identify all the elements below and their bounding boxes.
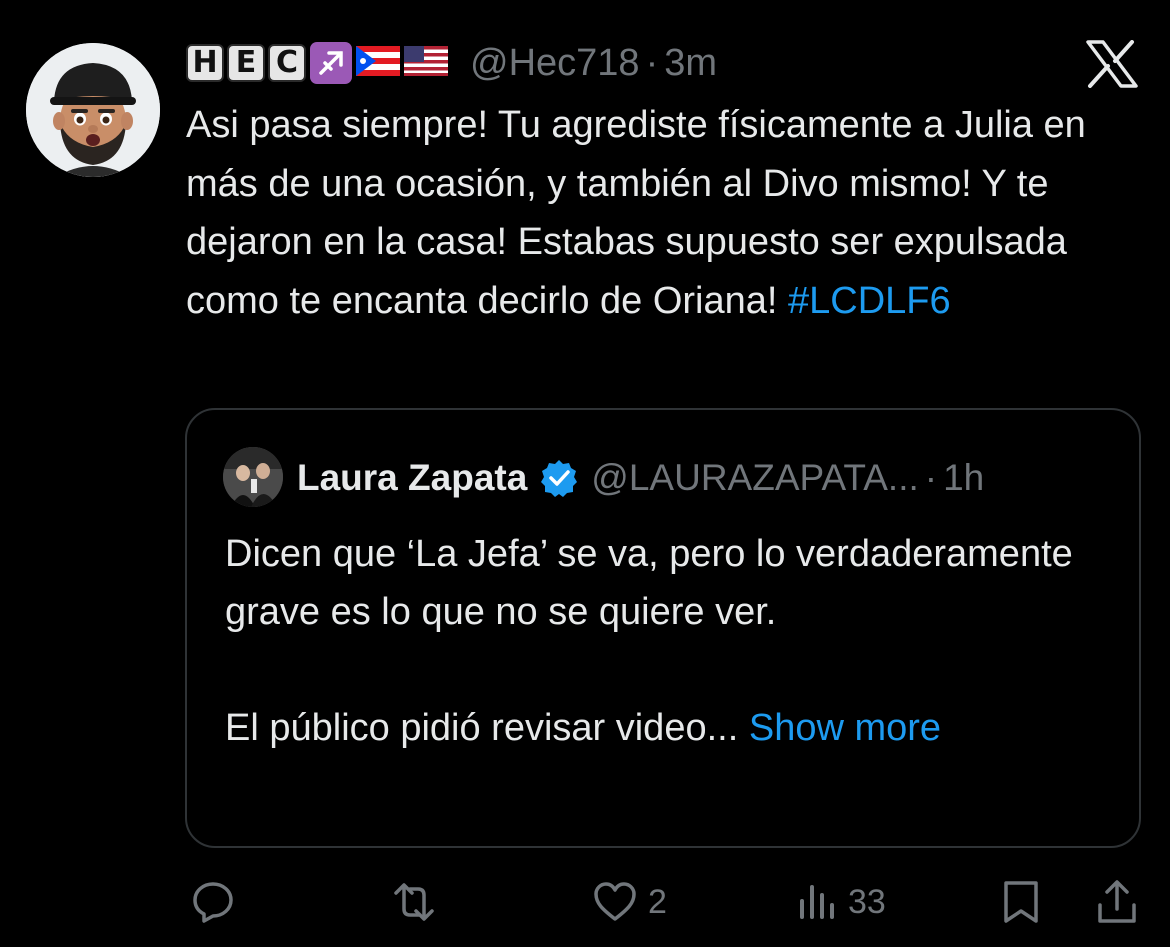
sagittarius-sign-icon [310,42,352,84]
separator-dot: · [924,457,938,498]
ellipsis: ... [706,707,739,749]
show-more-link[interactable]: Show more [749,707,941,749]
tweet-text: Asi pasa siempre! Tu agrediste físicamen… [186,96,1136,330]
reply-button[interactable] [190,872,246,932]
like-button[interactable]: 2 [592,872,667,932]
display-name-letter: E [227,44,265,82]
quoted-paragraph-text: El público pidió revisar video [225,707,707,749]
share-icon [1098,880,1136,923]
tweet-action-bar: 2 33 [0,872,1170,932]
views-button[interactable]: 33 [796,872,886,932]
verified-badge-icon [539,458,579,498]
tweet-text-content: Asi pasa siempre! Tu agrediste físicamen… [186,104,1086,322]
views-count: 33 [848,882,886,921]
repost-icon [394,883,434,921]
like-count: 2 [648,882,667,921]
reply-icon [193,882,233,923]
author-handle[interactable]: @Hec718 [470,42,640,85]
quoted-paragraph: Dicen que ‘La Jefa’ se va, pero lo verda… [225,533,1073,633]
puerto-rico-flag-icon [356,45,400,81]
repost-button[interactable] [388,872,450,932]
separator-dot: · [645,41,659,84]
memoji-avatar-image [26,43,160,177]
display-name-letter: H [186,44,224,82]
quoted-tweet-text: Dicen que ‘La Jefa’ se va, pero lo verda… [225,525,1105,757]
quoted-paragraph-truncated: El público pidió revisar video... Show m… [225,699,1105,757]
tweet-header: H E C @Hec718 · 3m [186,38,717,88]
quoted-author-name[interactable]: Laura Zapata [297,457,527,499]
quoted-tweet-time[interactable]: 1h [943,457,984,499]
quoted-tweet-header: Laura Zapata @LAURAZAPATA... · 1h [297,450,984,506]
quoted-author-handle[interactable]: @LAURAZAPATA... [591,457,918,499]
author-avatar[interactable] [26,43,160,177]
display-name-letter: C [268,44,306,82]
hashtag-link[interactable]: #LCDLF6 [788,280,951,322]
bookmark-icon [1004,881,1038,923]
bookmark-button[interactable] [1000,872,1052,932]
quoted-tweet-card[interactable]: Laura Zapata @LAURAZAPATA... · 1h Dicen … [185,408,1141,848]
views-icon [800,885,834,919]
tweet: H E C @Hec718 · 3m Asi pasa siempre! Tu … [0,0,1170,947]
author-display-name[interactable]: H E C [186,44,306,82]
us-flag-icon [404,45,448,81]
x-logo-icon [1086,40,1138,88]
quoted-author-avatar[interactable] [223,447,283,507]
tweet-time[interactable]: 3m [664,42,717,85]
heart-icon [594,882,636,921]
share-button[interactable] [1096,872,1148,932]
